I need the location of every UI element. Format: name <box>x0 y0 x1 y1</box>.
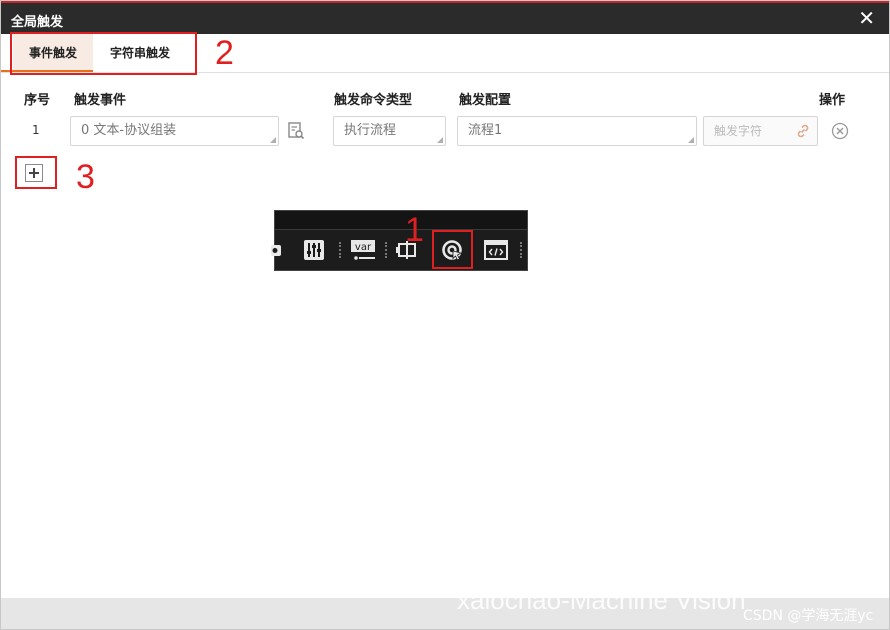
trigger-string-input[interactable]: 触发字符 <box>703 116 818 146</box>
annotation-box-3 <box>15 156 57 189</box>
dropdown-corner-icon <box>270 137 276 143</box>
global-trigger-dialog: 全局触发 ✕ 事件触发 字符串触发 序号 触发事件 触发命令类型 触发配置 操作… <box>0 0 890 630</box>
sliders-icon[interactable] <box>302 238 326 262</box>
header-event: 触发事件 <box>74 93 127 108</box>
trigger-config-select[interactable]: 流程1 <box>457 116 697 146</box>
header-index: 序号 <box>24 93 51 108</box>
svg-text:var: var <box>355 242 372 253</box>
annotation-number-2: 2 <box>215 34 234 72</box>
dialog-title: 全局触发 <box>11 15 64 30</box>
dropdown-corner-icon <box>437 137 443 143</box>
trigger-string-placeholder: 触发字符 <box>714 124 763 138</box>
toolbar-separator <box>339 242 341 258</box>
header-config: 触发配置 <box>459 93 512 108</box>
camera-icon[interactable] <box>271 238 295 262</box>
header-operation: 操作 <box>819 93 846 108</box>
trigger-event-value: 0 文本-协议组装 <box>81 123 177 138</box>
row-index: 1 <box>32 123 40 137</box>
dropdown-corner-icon <box>688 137 694 143</box>
command-type-value: 执行流程 <box>344 123 397 138</box>
trigger-event-select[interactable]: 0 文本-协议组装 <box>70 116 279 146</box>
annotation-number-1: 1 <box>405 211 424 249</box>
search-document-icon[interactable] <box>287 122 305 140</box>
command-type-select[interactable]: 执行流程 <box>333 116 446 146</box>
toolbar-separator <box>520 242 522 258</box>
delete-row-icon[interactable] <box>831 122 849 140</box>
watermark-text: xaiochao-Machine Vision <box>457 585 746 615</box>
close-icon[interactable]: ✕ <box>858 8 875 28</box>
annotation-box-1 <box>432 230 473 269</box>
toolbar: var <box>271 210 528 271</box>
link-icon[interactable] <box>795 123 811 139</box>
annotation-box-2 <box>10 32 197 75</box>
annotation-number-3: 3 <box>76 158 95 196</box>
csdn-watermark: CSDN @学海无涯yc <box>743 608 874 624</box>
title-bar: 全局触发 ✕ <box>1 1 889 34</box>
header-command-type: 触发命令类型 <box>334 93 413 108</box>
trigger-config-value: 流程1 <box>468 123 503 138</box>
toolbar-header <box>275 211 527 230</box>
toolbar-separator <box>385 242 387 258</box>
variable-icon[interactable]: var <box>351 238 375 262</box>
script-icon[interactable] <box>484 238 508 262</box>
